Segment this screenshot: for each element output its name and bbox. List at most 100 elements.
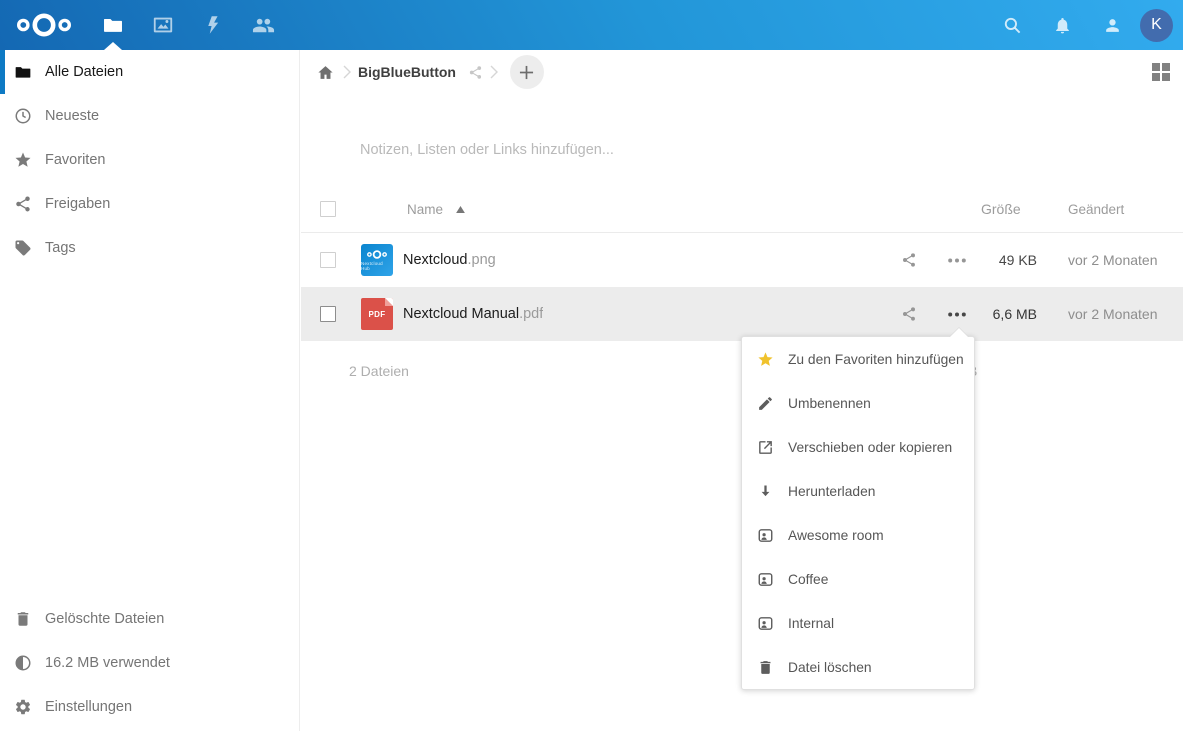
nextcloud-logo-icon [366,249,388,260]
nextcloud-logo[interactable] [13,8,75,42]
table-row[interactable]: Nextcloud Hub Nextcloud.png 49 KB vor 2 … [301,233,1183,287]
app-contacts-button[interactable] [238,0,288,50]
avatar-initial: K [1151,16,1162,34]
menu-item-room-internal[interactable]: Internal [742,601,974,645]
file-name[interactable]: Nextcloud Manual.pdf [403,306,543,322]
trash-icon [757,659,774,676]
share-icon [901,252,917,268]
quota-pie-icon [14,654,32,672]
row-check-cell [301,306,361,322]
sidebar-item-quota[interactable]: 16.2 MB verwendet [0,641,299,685]
table-header-row: Name Größe Geändert [301,186,1183,233]
row-share-button[interactable] [885,306,933,322]
file-thumbnail-pdf: PDF [361,298,393,330]
row-checkbox[interactable] [320,306,336,322]
share-icon [14,195,32,213]
size-header-cell[interactable]: Größe [981,201,1037,217]
contacts-menu-person-icon [1103,16,1122,35]
menu-item-room-awesome[interactable]: Awesome room [742,513,974,557]
move-copy-icon [757,439,774,456]
shared-indicator-icon[interactable] [468,65,483,80]
chevron-right-icon [490,65,498,79]
sidebar-item-deleted-files[interactable]: Gelöschte Dateien [0,597,299,641]
app-activity-button[interactable] [188,0,238,50]
menu-item-label: Herunterladen [788,484,875,499]
file-name-cell: Nextcloud Hub Nextcloud.png [361,244,885,276]
file-size: 6,6 MB [981,306,1037,322]
menu-item-label: Awesome room [788,528,884,543]
name-header-label: Name [407,202,443,217]
menu-item-rename[interactable]: Umbenennen [742,381,974,425]
menu-arrow [950,328,968,337]
menu-item-download[interactable]: Herunterladen [742,469,974,513]
sidebar-item-shares[interactable]: Freigaben [0,182,299,226]
sidebar-item-all-files[interactable]: Alle Dateien [0,50,299,94]
sidebar-item-label: Gelöschte Dateien [45,611,164,627]
name-header-cell[interactable]: Name [361,202,885,217]
contacts-menu-button[interactable] [1087,0,1137,50]
sidebar-item-label: Freigaben [45,196,110,212]
trash-icon [14,610,32,628]
thumb-caption: Nextcloud Hub [361,261,393,271]
menu-item-label: Zu den Favoriten hinzufügen [788,352,964,367]
breadcrumb-home-button[interactable] [314,61,336,83]
sidebar-item-label: Alle Dateien [45,64,123,80]
room-icon [757,527,774,544]
top-header: K [0,0,1183,50]
select-all-checkbox[interactable] [320,201,336,217]
folder-icon [14,63,32,81]
menu-item-label: Datei löschen [788,660,872,675]
app-photos-button[interactable] [138,0,188,50]
room-icon [757,571,774,588]
file-thumbnail-nextcloud-png: Nextcloud Hub [361,244,393,276]
row-checkbox[interactable] [320,252,336,268]
menu-item-add-to-favorites[interactable]: Zu den Favoriten hinzufügen [742,337,974,381]
row-share-button[interactable] [885,252,933,268]
sidebar-item-recent[interactable]: Neueste [0,94,299,138]
file-name[interactable]: Nextcloud.png [403,252,496,268]
contacts-people-icon [252,14,275,37]
nextcloud-logo-icon [15,10,73,40]
menu-item-delete-file[interactable]: Datei löschen [742,645,974,689]
folder-icon [102,14,124,36]
gear-icon [14,698,32,716]
sidebar-item-settings[interactable]: Einstellungen [0,685,299,729]
sidebar-item-label: 16.2 MB verwendet [45,655,170,671]
file-size: 49 KB [981,252,1037,268]
menu-item-label: Umbenennen [788,396,871,411]
activity-lightning-icon [203,15,223,35]
home-icon [317,64,334,81]
search-button[interactable] [987,0,1037,50]
menu-item-room-coffee[interactable]: Coffee [742,557,974,601]
sidebar-item-label: Favoriten [45,152,105,168]
star-icon [14,151,32,169]
notes-input[interactable]: Notizen, Listen oder Links hinzufügen... [360,135,1153,165]
breadcrumb: BigBlueButton [301,50,1183,94]
tag-icon [14,239,32,257]
new-file-button[interactable] [510,55,544,89]
sidebar-item-label: Neueste [45,108,99,124]
file-extension: .png [467,252,495,268]
sidebar-item-label: Tags [45,240,76,256]
sidebar-item-tags[interactable]: Tags [0,226,299,270]
sidebar-footer: Gelöschte Dateien 16.2 MB verwendet Eins… [0,597,299,731]
photos-icon [152,14,174,36]
avatar[interactable]: K [1140,9,1173,42]
grid-view-toggle[interactable] [1152,63,1170,81]
more-dots-icon [948,312,966,317]
row-more-actions-button[interactable] [933,258,981,263]
clock-icon [14,107,32,125]
notifications-button[interactable] [1037,0,1087,50]
menu-item-move-or-copy[interactable]: Verschieben oder kopieren [742,425,974,469]
breadcrumb-folder[interactable]: BigBlueButton [358,64,456,80]
modified-header-cell[interactable]: Geändert [1037,202,1183,217]
app-files-button[interactable] [88,0,138,50]
sidebar-item-favorites[interactable]: Favoriten [0,138,299,182]
sidebar-item-label: Einstellungen [45,699,132,715]
row-check-cell [301,252,361,268]
share-icon [901,306,917,322]
file-extension: .pdf [519,306,543,322]
table-row[interactable]: PDF Nextcloud Manual.pdf 6,6 MB vor 2 Mo… [301,287,1183,341]
row-more-actions-button-open[interactable] [933,312,981,317]
file-modified: vor 2 Monaten [1037,306,1183,322]
